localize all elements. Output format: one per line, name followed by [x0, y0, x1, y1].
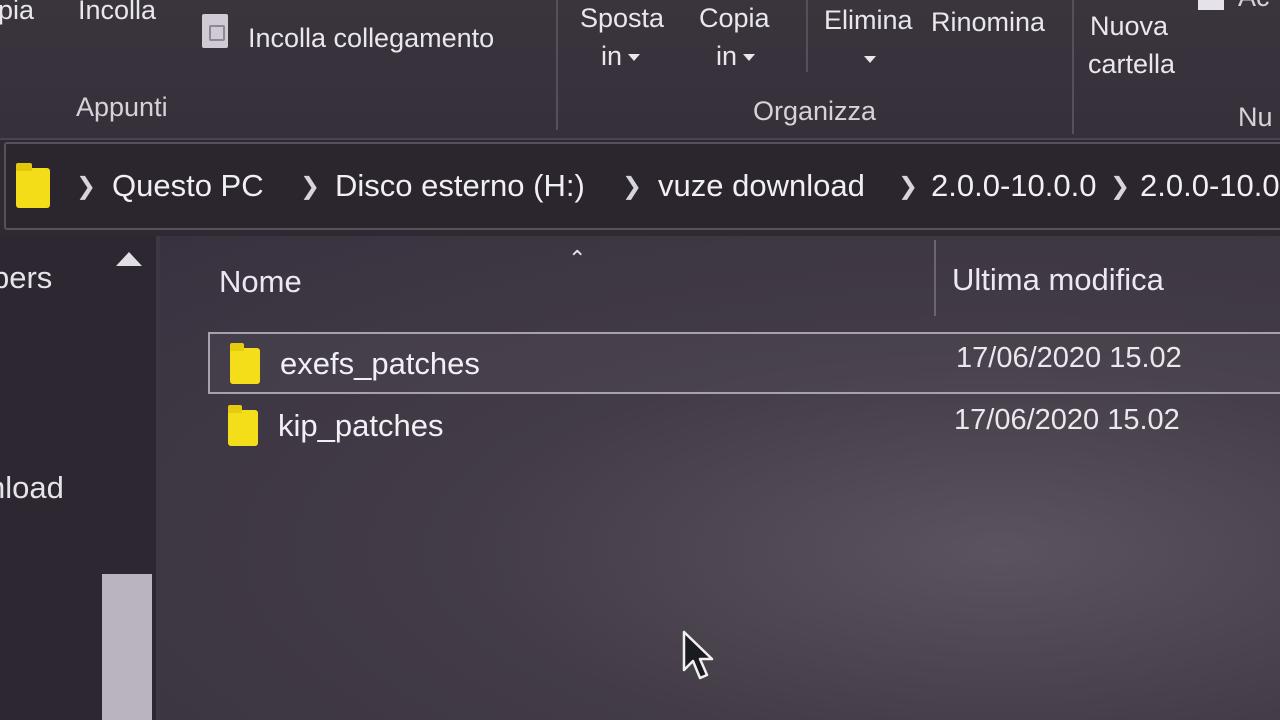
navigation-pane: pers nload [0, 236, 156, 720]
ribbon-separator [556, 0, 558, 130]
new-folder-label: Nuova [1090, 11, 1169, 41]
chevron-down-icon [743, 54, 756, 62]
chevron-down-icon [864, 56, 876, 64]
new-folder-label-line2: cartella [1088, 49, 1176, 79]
access-label-partial[interactable]: Ac [1238, 0, 1270, 13]
chevron-down-icon [628, 54, 641, 62]
file-list: ⌃ Nome Ultima modifica exefs_patches 17/… [160, 236, 1280, 720]
scroll-up-icon[interactable] [116, 252, 142, 266]
copy-to-label-line2: in [716, 41, 738, 71]
copy-to-label: Copia [699, 3, 770, 33]
rename-button[interactable]: Rinomina [931, 4, 1045, 40]
file-name: exefs_patches [280, 346, 480, 381]
new-group-label-partial: Nu [1238, 102, 1273, 132]
move-to-label-line2: in [601, 41, 623, 71]
breadcrumb-external-disk[interactable]: Disco esterno (H:) [335, 168, 585, 204]
move-to-label: Sposta [580, 3, 665, 33]
ribbon-separator [1072, 0, 1074, 134]
column-header-modified[interactable]: Ultima modifica [952, 262, 1164, 298]
chevron-right-icon[interactable]: ❯ [300, 172, 320, 201]
chevron-right-icon[interactable]: ❯ [76, 172, 96, 201]
clipboard-group-label: Appunti [76, 92, 168, 122]
breadcrumb-this-pc[interactable]: Questo PC [112, 168, 264, 204]
mouse-pointer-icon [682, 630, 714, 680]
scrollbar-thumb[interactable] [102, 574, 152, 720]
breadcrumb-folder-1[interactable]: 2.0.0-10.0.0 [931, 168, 1096, 204]
address-bar[interactable]: ❯ Questo PC ❯ Disco esterno (H:) ❯ vuze … [4, 142, 1280, 230]
ribbon-separator [806, 0, 808, 72]
column-divider[interactable] [934, 240, 936, 316]
chevron-right-icon[interactable]: ❯ [1110, 172, 1130, 201]
file-name: kip_patches [278, 408, 444, 443]
delete-label: Elimina [824, 5, 913, 35]
breadcrumb-vuze-download[interactable]: vuze download [658, 168, 865, 204]
paste-button[interactable]: Incolla [78, 0, 156, 28]
sort-ascending-icon: ⌃ [568, 246, 587, 271]
chevron-right-icon[interactable]: ❯ [622, 172, 642, 201]
list-item[interactable]: kip_patches 17/06/2020 15.02 [208, 396, 1280, 458]
folder-icon [228, 405, 258, 446]
copy-button-partial[interactable]: pia [0, 0, 34, 28]
paste-shortcut-icon [202, 14, 228, 48]
nav-item-partial[interactable]: pers [0, 260, 52, 296]
paste-shortcut-button[interactable]: Incolla collegamento [248, 20, 494, 56]
list-item[interactable]: exefs_patches 17/06/2020 15.02 [208, 332, 1280, 394]
file-modified-date: 17/06/2020 15.02 [956, 342, 1182, 374]
folder-icon [230, 343, 260, 384]
column-header-name[interactable]: Nome [219, 264, 302, 300]
folder-icon [16, 163, 50, 208]
nav-item-download-partial[interactable]: nload [0, 470, 64, 506]
ribbon: pia Incolla Incolla collegamento Appunti… [0, 0, 1280, 140]
file-modified-date: 17/06/2020 15.02 [954, 404, 1180, 436]
checkbox-icon[interactable] [1198, 0, 1224, 10]
organize-group-label: Organizza [753, 96, 877, 126]
chevron-right-icon[interactable]: ❯ [898, 172, 918, 201]
breadcrumb-folder-2[interactable]: 2.0.0-10.0.0 [1140, 168, 1280, 204]
